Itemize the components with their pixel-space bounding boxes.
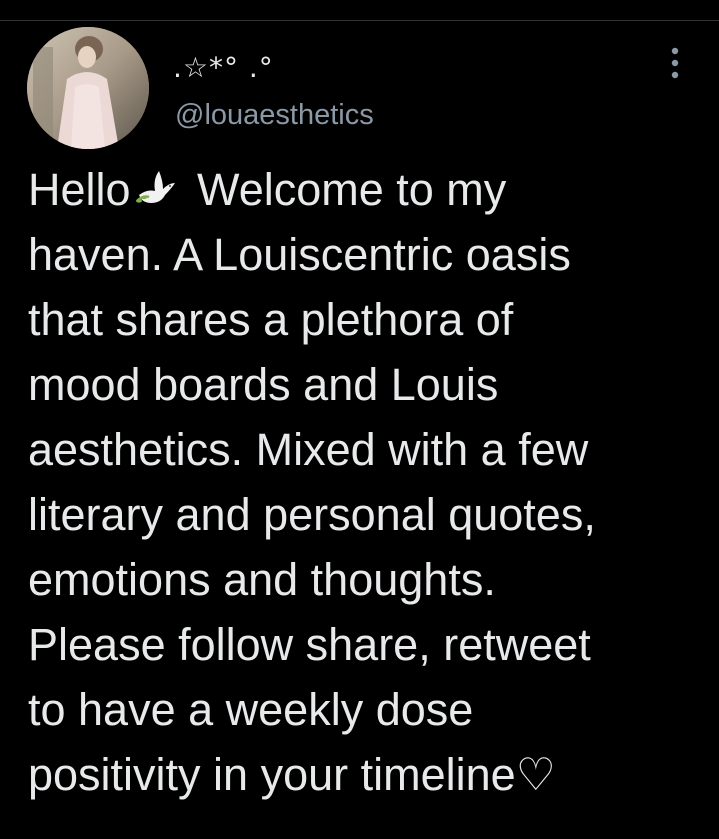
- more-vertical-icon: [671, 47, 679, 79]
- more-button[interactable]: [660, 45, 690, 81]
- tweet-text: Hello Welcome to my haven. A Louiscentri…: [28, 157, 698, 807]
- tweet-text-start: Hello: [28, 164, 131, 215]
- tweet[interactable]: .☆*° .° @louaesthetics Hello Welcome to …: [0, 21, 719, 839]
- avatar[interactable]: [27, 27, 149, 149]
- display-name[interactable]: .☆*° .°: [173, 53, 274, 83]
- dove-icon: [133, 163, 179, 209]
- handle[interactable]: @louaesthetics: [175, 99, 374, 131]
- tweet-text-rest: Welcome to my haven. A Louiscentric oasi…: [28, 164, 596, 800]
